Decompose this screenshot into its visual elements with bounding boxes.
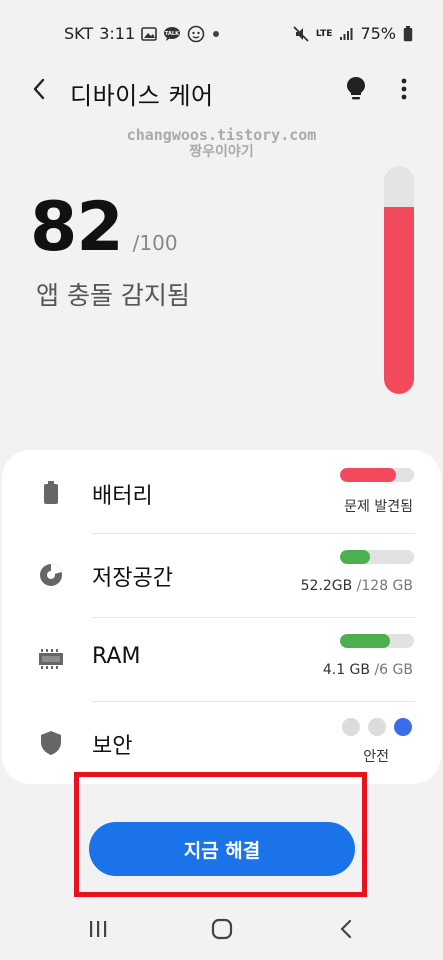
- page-title: 디바이스 케어: [70, 82, 214, 110]
- pie-chart-icon: [38, 562, 64, 588]
- ram-usage: 4.1 GB /6 GB: [323, 662, 413, 678]
- card-item-label: RAM: [92, 644, 141, 669]
- battery-status-text: 문제 발견됨: [344, 499, 413, 515]
- card-item-label: 저장공간: [92, 566, 173, 591]
- watermark: changwoos.tistory.com 짱우이야기: [0, 126, 443, 161]
- score-status: 앱 충돌 감지됨: [36, 281, 190, 310]
- battery-bar: [340, 468, 414, 482]
- security-status-text: 안전: [363, 749, 389, 765]
- face-icon: [187, 25, 205, 43]
- score-max: /100: [132, 231, 178, 255]
- security-indicator: [342, 718, 412, 736]
- storage-bar: [340, 550, 414, 564]
- back-icon: [32, 78, 46, 104]
- more-options-button[interactable]: [388, 74, 420, 108]
- ram-bar: [340, 634, 414, 648]
- card-item-label: 보안: [92, 734, 133, 759]
- storage-used: 52.2GB: [300, 578, 353, 594]
- lte-label: LTE: [315, 28, 333, 39]
- image-icon: [141, 26, 157, 41]
- watermark-url: changwoos.tistory.com: [126, 126, 317, 144]
- more-vert-icon: [401, 78, 407, 104]
- security-dot: [368, 718, 386, 736]
- status-card: 배터리 문제 발견됨 저장공간 52.2GB /128 GB RAM 4.1 G…: [2, 450, 441, 784]
- status-left: SKT 3:11 TALK: [64, 24, 221, 43]
- memory-chip-icon: [38, 646, 64, 672]
- storage-bar-fill: [340, 550, 371, 564]
- recents-button[interactable]: [78, 916, 118, 946]
- recents-icon: [88, 920, 108, 942]
- fix-now-button[interactable]: 지금 해결: [89, 822, 355, 876]
- mute-icon: [293, 25, 309, 42]
- card-item-label: 배터리: [92, 484, 153, 509]
- score-gauge: [384, 166, 414, 394]
- nav-back-button[interactable]: [326, 916, 366, 946]
- battery-bar-fill: [340, 468, 396, 482]
- status-right: LTE 75%: [293, 24, 413, 43]
- home-icon: [211, 918, 233, 944]
- watermark-name: 짱우이야기: [189, 144, 254, 160]
- carrier: SKT: [64, 24, 94, 43]
- score-value: 82: [30, 188, 124, 267]
- battery-percent: 75%: [360, 24, 396, 43]
- dot-icon: [211, 29, 221, 39]
- ram-total: /6 GB: [374, 662, 413, 678]
- device-score: 82 /100: [30, 188, 178, 267]
- shield-icon: [38, 730, 64, 756]
- app-bar: 디바이스 케어: [0, 66, 443, 116]
- back-button[interactable]: [22, 74, 56, 108]
- signal-icon: [339, 27, 353, 41]
- ram-used: 4.1 GB: [322, 662, 371, 678]
- security-dot: [394, 718, 412, 736]
- talk-icon: TALK: [163, 26, 181, 42]
- storage-usage: 52.2GB /128 GB: [301, 578, 413, 594]
- status-bar: SKT 3:11 TALK LTE 75%: [0, 0, 443, 66]
- lightbulb-icon: [346, 76, 366, 106]
- card-item-ram[interactable]: RAM 4.1 GB /6 GB: [2, 618, 441, 700]
- back-nav-icon: [340, 919, 352, 943]
- security-status: 안전: [363, 746, 389, 766]
- tips-button[interactable]: [340, 74, 372, 108]
- card-item-battery[interactable]: 배터리 문제 발견됨: [2, 450, 441, 532]
- navigation-bar: [0, 900, 443, 960]
- svg-text:TALK: TALK: [165, 31, 180, 37]
- battery-icon: [38, 480, 64, 506]
- ram-bar-fill: [340, 634, 391, 648]
- score-gauge-fill: [384, 207, 414, 394]
- battery-icon: [403, 25, 413, 42]
- card-item-storage[interactable]: 저장공간 52.2GB /128 GB: [2, 534, 441, 616]
- lte-icon: LTE: [315, 28, 333, 39]
- security-dot: [342, 718, 360, 736]
- storage-total: /128 GB: [356, 578, 413, 594]
- battery-status: 문제 발견됨: [344, 496, 413, 516]
- clock: 3:11: [99, 24, 136, 43]
- home-button[interactable]: [202, 916, 242, 946]
